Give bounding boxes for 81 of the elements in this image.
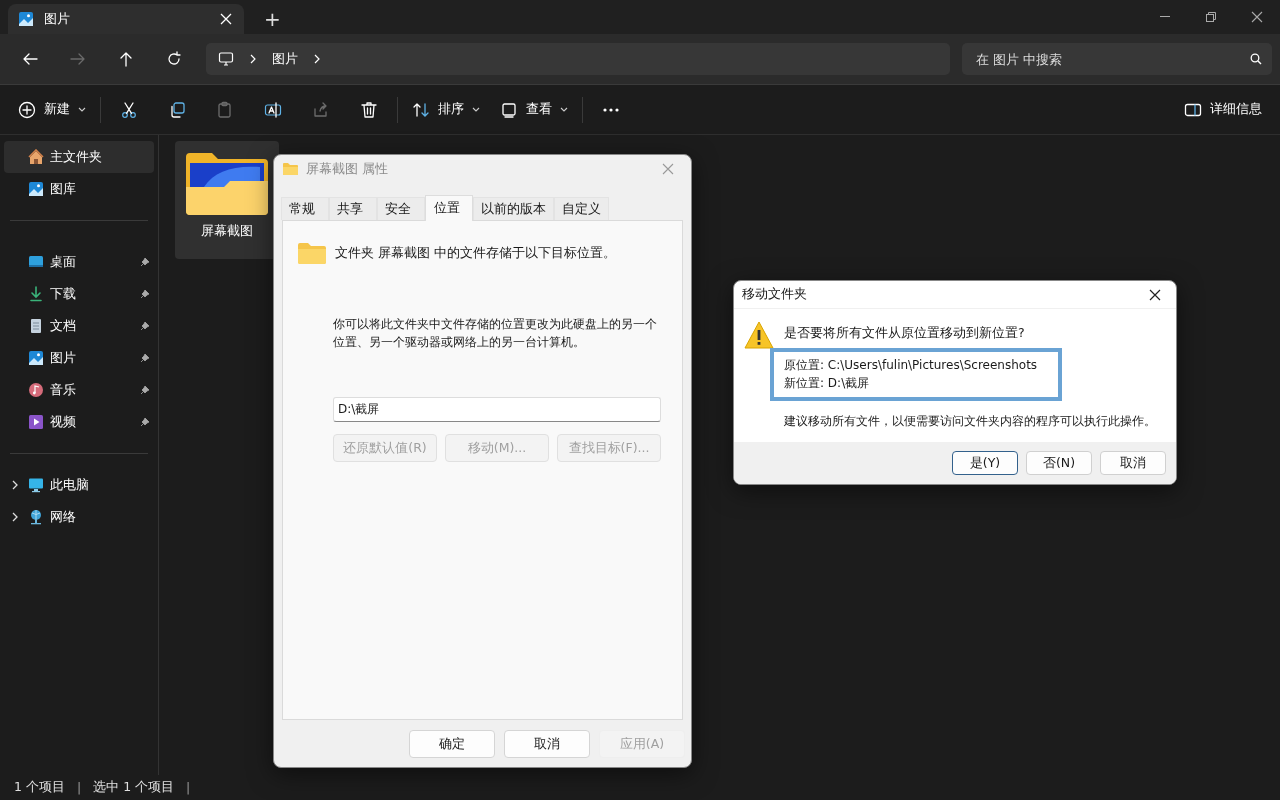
- address-bar[interactable]: 图片: [206, 43, 950, 75]
- sidebar-item[interactable]: 视频: [4, 406, 154, 438]
- search-field[interactable]: 在 图片 中搜索: [962, 43, 1272, 75]
- sidebar-item[interactable]: 桌面: [4, 246, 154, 278]
- dialog-button[interactable]: 取消: [504, 730, 590, 758]
- dialog-tab[interactable]: 以前的版本: [473, 197, 554, 220]
- share-icon: [312, 100, 330, 119]
- chevron-right-icon: [248, 53, 258, 65]
- path-field[interactable]: D:\截屏: [333, 397, 661, 422]
- more-dots-icon: [603, 107, 619, 112]
- chevron-right-icon[interactable]: [10, 480, 20, 490]
- location-heading: 文件夹 屏幕截图 中的文件存储于以下目标位置。: [335, 244, 616, 262]
- sidebar-item[interactable]: 主文件夹: [4, 141, 154, 173]
- dialog-title: 移动文件夹: [742, 286, 808, 303]
- dialog-title: 屏幕截图 属性: [306, 160, 389, 178]
- view-button[interactable]: 查看: [492, 92, 576, 127]
- dialog-tab[interactable]: 常规: [281, 197, 329, 220]
- search-icon: [1250, 53, 1262, 65]
- back-arrow-icon[interactable]: [22, 51, 38, 67]
- breadcrumb-item[interactable]: 图片: [272, 50, 298, 68]
- gallery-icon: [28, 181, 44, 197]
- copy-icon: [168, 100, 186, 119]
- description-text: 你可以将此文件夹中文件存储的位置更改为此硬盘上的另一个位置、另一个驱动器或网络上的另一台计算机。: [333, 316, 658, 351]
- clipboard-icon: [216, 100, 234, 119]
- sidebar-item[interactable]: 此电脑: [4, 469, 154, 501]
- plus-circle-icon: [18, 100, 36, 119]
- download-icon: [28, 286, 44, 302]
- sidebar-item[interactable]: 网络: [4, 501, 154, 533]
- dialog-tab[interactable]: 自定义: [554, 197, 609, 220]
- dialog-button[interactable]: 取消: [1100, 451, 1166, 475]
- dialog-tab[interactable]: 共享: [329, 197, 377, 220]
- window-tab[interactable]: 图片: [8, 4, 244, 34]
- new-button[interactable]: 新建: [10, 92, 94, 127]
- dialog-tab[interactable]: 位置: [425, 195, 473, 221]
- status-separator: |: [75, 780, 83, 795]
- rename-icon: [264, 100, 282, 119]
- home-icon: [28, 149, 44, 165]
- dialog-tab[interactable]: 安全: [377, 197, 425, 220]
- sort-button[interactable]: 排序: [404, 92, 488, 127]
- dialog-button[interactable]: 确定: [409, 730, 495, 758]
- new-tab-button[interactable]: +: [258, 5, 287, 31]
- network-icon: [28, 509, 44, 525]
- status-text: 选中 1 个项目: [93, 779, 175, 796]
- refresh-icon[interactable]: [166, 51, 182, 67]
- desktop-icon: [28, 254, 44, 270]
- folder-icon: [282, 161, 298, 177]
- note-text: 建议移动所有文件，以便需要访问文件夹内容的程序可以执行此操作。: [784, 413, 1156, 430]
- question-text: 是否要将所有文件从原位置移动到新位置?: [784, 325, 1026, 342]
- chevron-right-icon[interactable]: [10, 512, 20, 522]
- status-separator: |: [185, 780, 192, 795]
- close-icon[interactable]: [1149, 288, 1161, 301]
- restore-icon[interactable]: [1205, 11, 1217, 23]
- monitor-icon: [218, 51, 234, 67]
- sidebar-item[interactable]: 图片: [4, 342, 154, 374]
- close-icon[interactable]: [218, 11, 234, 27]
- status-text: 1 个项目: [14, 779, 65, 796]
- sidebar-item[interactable]: 音乐: [4, 374, 154, 406]
- dialog-button[interactable]: 是(Y): [952, 451, 1018, 475]
- gallery-icon: [28, 350, 44, 366]
- video-icon: [28, 414, 44, 430]
- warning-icon: [744, 321, 774, 349]
- scissors-icon: [120, 100, 138, 119]
- gallery-icon: [18, 11, 34, 27]
- monitor-icon: [28, 477, 44, 493]
- folder-icon: [184, 151, 270, 217]
- up-arrow-icon[interactable]: [118, 51, 134, 67]
- close-icon[interactable]: [1251, 11, 1263, 23]
- details-button[interactable]: 详细信息: [1176, 92, 1270, 127]
- sidebar-item[interactable]: 文档: [4, 310, 154, 342]
- folder-icon: [297, 241, 327, 265]
- sidebar-item[interactable]: 下载: [4, 278, 154, 310]
- location-text: 原位置: C:\Users\fulin\Pictures\Screenshots: [784, 357, 1039, 374]
- document-icon: [28, 318, 44, 334]
- trash-icon: [360, 100, 378, 119]
- folder-item[interactable]: 屏幕截图: [175, 141, 279, 259]
- music-note-icon: [28, 382, 44, 398]
- location-text: 新位置: D:\截屏: [784, 375, 871, 392]
- dialog-button[interactable]: 否(N): [1026, 451, 1092, 475]
- chevron-right-icon[interactable]: [312, 53, 322, 65]
- view-square-icon: [500, 100, 518, 119]
- sidebar-item[interactable]: 图库: [4, 173, 154, 205]
